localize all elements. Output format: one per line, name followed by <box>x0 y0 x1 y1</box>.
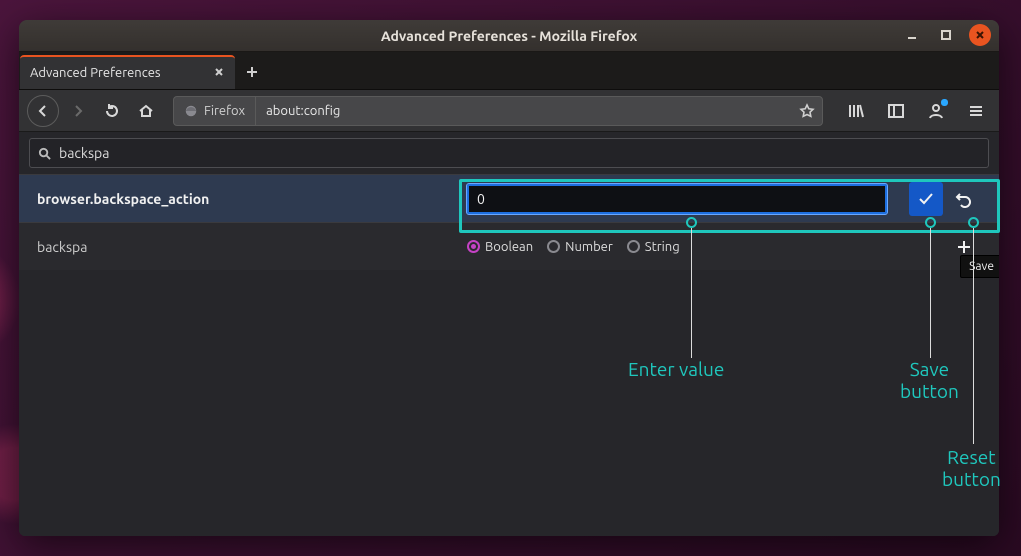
home-button[interactable] <box>131 96 161 126</box>
pref-type-boolean[interactable]: Boolean <box>467 240 533 254</box>
toolbar-right <box>835 96 991 126</box>
firefox-logo-icon <box>184 104 198 118</box>
forward-button[interactable] <box>63 96 93 126</box>
pref-row-actions <box>947 230 981 264</box>
pref-reset-button[interactable] <box>947 182 981 216</box>
pref-save-button[interactable] <box>909 182 943 216</box>
tab-advanced-preferences[interactable]: Advanced Preferences <box>20 55 235 89</box>
plus-icon <box>955 238 973 256</box>
tab-close-button[interactable] <box>213 66 225 81</box>
pref-row-new: backspa Boolean Number String <box>19 222 999 270</box>
account-button[interactable] <box>921 96 951 126</box>
back-button[interactable] <box>27 95 59 127</box>
pref-row-actions <box>909 182 981 216</box>
radio-dot-icon <box>627 240 640 253</box>
window-maximize-button[interactable] <box>935 24 957 46</box>
window-controls <box>901 24 991 46</box>
window-close-button[interactable] <box>969 24 991 46</box>
check-icon <box>917 190 935 208</box>
pref-type-radios: Boolean Number String <box>467 240 947 254</box>
identity-label: Firefox <box>204 104 245 118</box>
firefox-window: Advanced Preferences - Mozilla Firefox A… <box>19 20 999 536</box>
reload-button[interactable] <box>97 96 127 126</box>
radio-dot-icon <box>467 240 480 253</box>
bookmark-star-button[interactable] <box>792 96 822 126</box>
radio-dot-icon <box>547 240 560 253</box>
navigation-toolbar: Firefox about:config <box>19 90 999 132</box>
undo-icon <box>955 190 973 208</box>
config-search-row: backspa <box>19 132 999 174</box>
pref-name: browser.backspace_action <box>37 191 467 207</box>
window-titlebar: Advanced Preferences - Mozilla Firefox <box>19 20 999 52</box>
pref-value-input[interactable] <box>467 184 887 214</box>
about-config-page: backspa browser.backspace_action backspa <box>19 132 999 536</box>
sidebar-button[interactable] <box>881 96 911 126</box>
window-title: Advanced Preferences - Mozilla Firefox <box>381 28 637 44</box>
config-search-value: backspa <box>59 145 109 161</box>
pref-type-number[interactable]: Number <box>547 240 613 254</box>
tab-label: Advanced Preferences <box>30 66 161 80</box>
config-search-input[interactable]: backspa <box>29 138 989 168</box>
pref-row-editing: browser.backspace_action <box>19 174 999 222</box>
pref-value-area <box>467 184 909 214</box>
url-text: about:config <box>256 104 792 118</box>
search-icon <box>38 147 51 160</box>
pref-type-string[interactable]: String <box>627 240 680 254</box>
new-tab-button[interactable] <box>235 55 269 89</box>
tab-strip: Advanced Preferences <box>19 52 999 90</box>
app-menu-button[interactable] <box>961 96 991 126</box>
library-button[interactable] <box>841 96 871 126</box>
window-minimize-button[interactable] <box>901 24 923 46</box>
site-identity[interactable]: Firefox <box>174 97 256 125</box>
url-bar[interactable]: Firefox about:config <box>173 96 823 126</box>
pref-add-button[interactable] <box>947 230 981 264</box>
pref-name: backspa <box>37 239 467 255</box>
